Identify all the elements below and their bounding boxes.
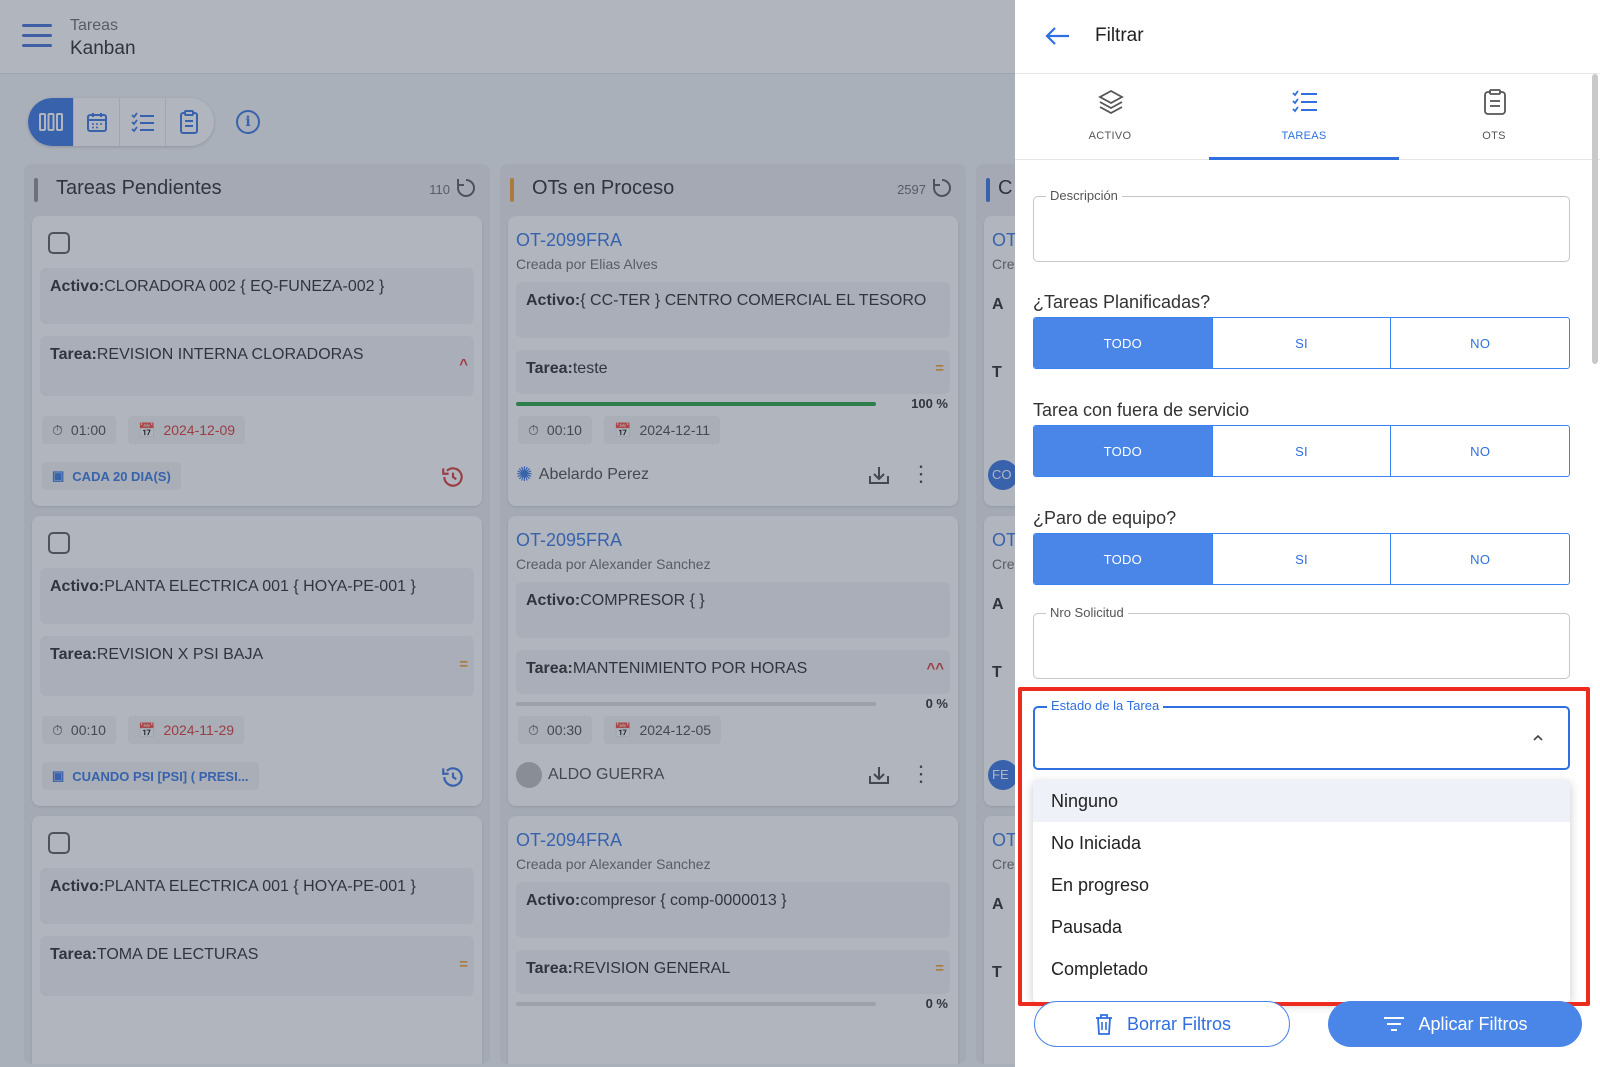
- descripcion-field[interactable]: Descripción: [1033, 188, 1570, 262]
- planificadas-toggle: TODO SI NO: [1033, 317, 1570, 369]
- kanban-app: Tareas Kanban i Tareas Pendientes 110 Ac…: [0, 0, 1015, 1067]
- nro-solicitud-label: Nro Solicitud: [1046, 605, 1128, 620]
- checklist-icon: [1292, 90, 1317, 113]
- clipboard-icon: [1484, 89, 1506, 115]
- highlight-box: [1018, 687, 1590, 1006]
- panel-scrollbar[interactable]: [1592, 74, 1598, 364]
- fuera-servicio-label: Tarea con fuera de servicio: [1033, 400, 1250, 420]
- toggle-option-todo[interactable]: TODO: [1034, 534, 1213, 584]
- tab-ots[interactable]: OTS: [1399, 74, 1589, 160]
- toggle-option-no[interactable]: NO: [1391, 318, 1569, 368]
- layers-icon: [1098, 89, 1124, 115]
- planificadas-label: ¿Tareas Planificadas?: [1033, 292, 1211, 312]
- fuera-servicio-toggle: TODO SI NO: [1033, 425, 1570, 477]
- apply-filters-label: Aplicar Filtros: [1418, 1013, 1528, 1034]
- back-arrow-icon[interactable]: [1043, 24, 1071, 48]
- tab-label: TAREAS: [1281, 130, 1327, 142]
- toggle-option-si[interactable]: SI: [1213, 318, 1392, 368]
- nro-solicitud-field[interactable]: Nro Solicitud: [1033, 605, 1570, 679]
- paro-toggle: TODO SI NO: [1033, 533, 1570, 585]
- toggle-option-todo[interactable]: TODO: [1034, 426, 1213, 476]
- tab-label: ACTIVO: [1088, 130, 1132, 142]
- toggle-option-si[interactable]: SI: [1213, 534, 1392, 584]
- clear-filters-label: Borrar Filtros: [1126, 1013, 1231, 1034]
- tab-activo[interactable]: ACTIVO: [1015, 74, 1205, 160]
- filter-icon: [1384, 1017, 1405, 1031]
- descripcion-label: Descripción: [1046, 188, 1122, 203]
- clear-filters-button[interactable]: Borrar Filtros: [1034, 1001, 1290, 1047]
- toggle-option-no[interactable]: NO: [1391, 534, 1569, 584]
- apply-filters-button[interactable]: Aplicar Filtros: [1328, 1001, 1582, 1047]
- modal-backdrop[interactable]: [0, 0, 1015, 1067]
- filter-header: Filtrar: [1015, 0, 1600, 74]
- paro-label: ¿Paro de equipo?: [1033, 508, 1177, 528]
- filter-title: Filtrar: [1095, 25, 1144, 46]
- filter-tabs: ACTIVO TAREAS OTS: [1015, 74, 1600, 160]
- toggle-option-si[interactable]: SI: [1213, 426, 1392, 476]
- trash-icon: [1095, 1014, 1112, 1035]
- toggle-option-todo[interactable]: TODO: [1034, 318, 1213, 368]
- tab-tareas[interactable]: TAREAS: [1209, 74, 1399, 160]
- toggle-option-no[interactable]: NO: [1391, 426, 1569, 476]
- tab-label: OTS: [1482, 130, 1506, 142]
